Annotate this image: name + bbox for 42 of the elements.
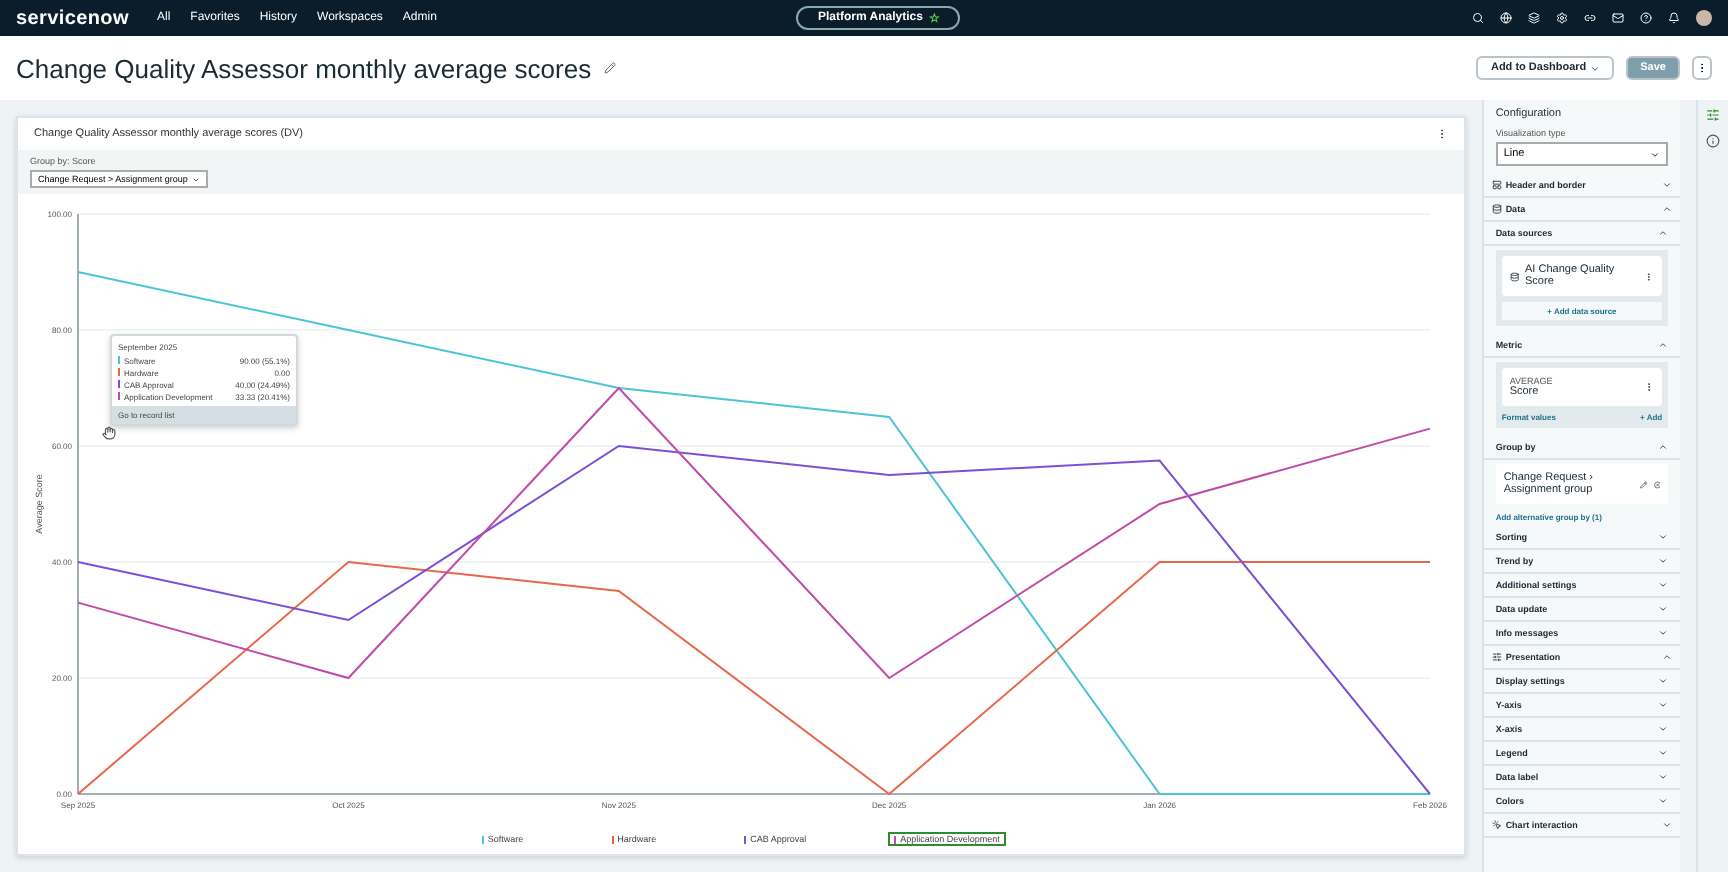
expand-icon[interactable] [1658,796,1669,806]
expand-icon[interactable] [1658,700,1669,710]
table-icon [1509,271,1520,281]
collapse-icon[interactable] [1658,340,1669,350]
expand-icon[interactable] [1658,676,1669,686]
collapse-icon[interactable] [1662,652,1673,662]
page-title: Change Quality Assessor monthly average scores [16,53,592,83]
expand-icon[interactable] [1658,580,1669,590]
expand-icon[interactable] [1658,604,1669,614]
settings-icon[interactable] [1556,12,1568,24]
sliders-icon [1491,652,1502,662]
avatar[interactable] [1696,10,1712,26]
collapse-icon[interactable] [1658,442,1669,452]
expand-icon[interactable] [1658,556,1669,566]
search-icon[interactable] [1472,12,1484,24]
help-icon[interactable] [1640,12,1652,24]
layout-icon [1491,180,1502,190]
expand-icon[interactable] [1662,180,1673,190]
edit-icon[interactable] [1639,479,1647,489]
caret-icon [1590,63,1601,73]
configuration-icon[interactable] [1706,108,1721,122]
remove-icon[interactable] [1653,479,1661,489]
expand-icon[interactable] [1662,820,1673,830]
globe-icon[interactable] [1500,12,1512,24]
link-icon[interactable] [1584,12,1596,24]
pointer-click-icon [1491,820,1502,830]
layers-icon[interactable] [1528,12,1540,24]
expand-icon[interactable] [1658,628,1669,638]
expand-icon[interactable] [1658,772,1669,782]
bell-icon[interactable] [1668,12,1680,24]
collapse-icon[interactable] [1662,204,1673,214]
database-icon [1491,204,1502,214]
edit-icon[interactable] [603,62,616,74]
expand-icon[interactable] [1658,748,1669,758]
mail-icon[interactable] [1612,12,1624,24]
expand-icon[interactable] [1658,724,1669,734]
pointer-icon [102,426,116,440]
logo: servicenow [16,7,129,29]
caret-icon [1650,149,1661,159]
expand-icon[interactable] [1658,532,1669,542]
info-icon[interactable] [1706,134,1721,148]
collapse-icon[interactable] [1658,228,1669,238]
